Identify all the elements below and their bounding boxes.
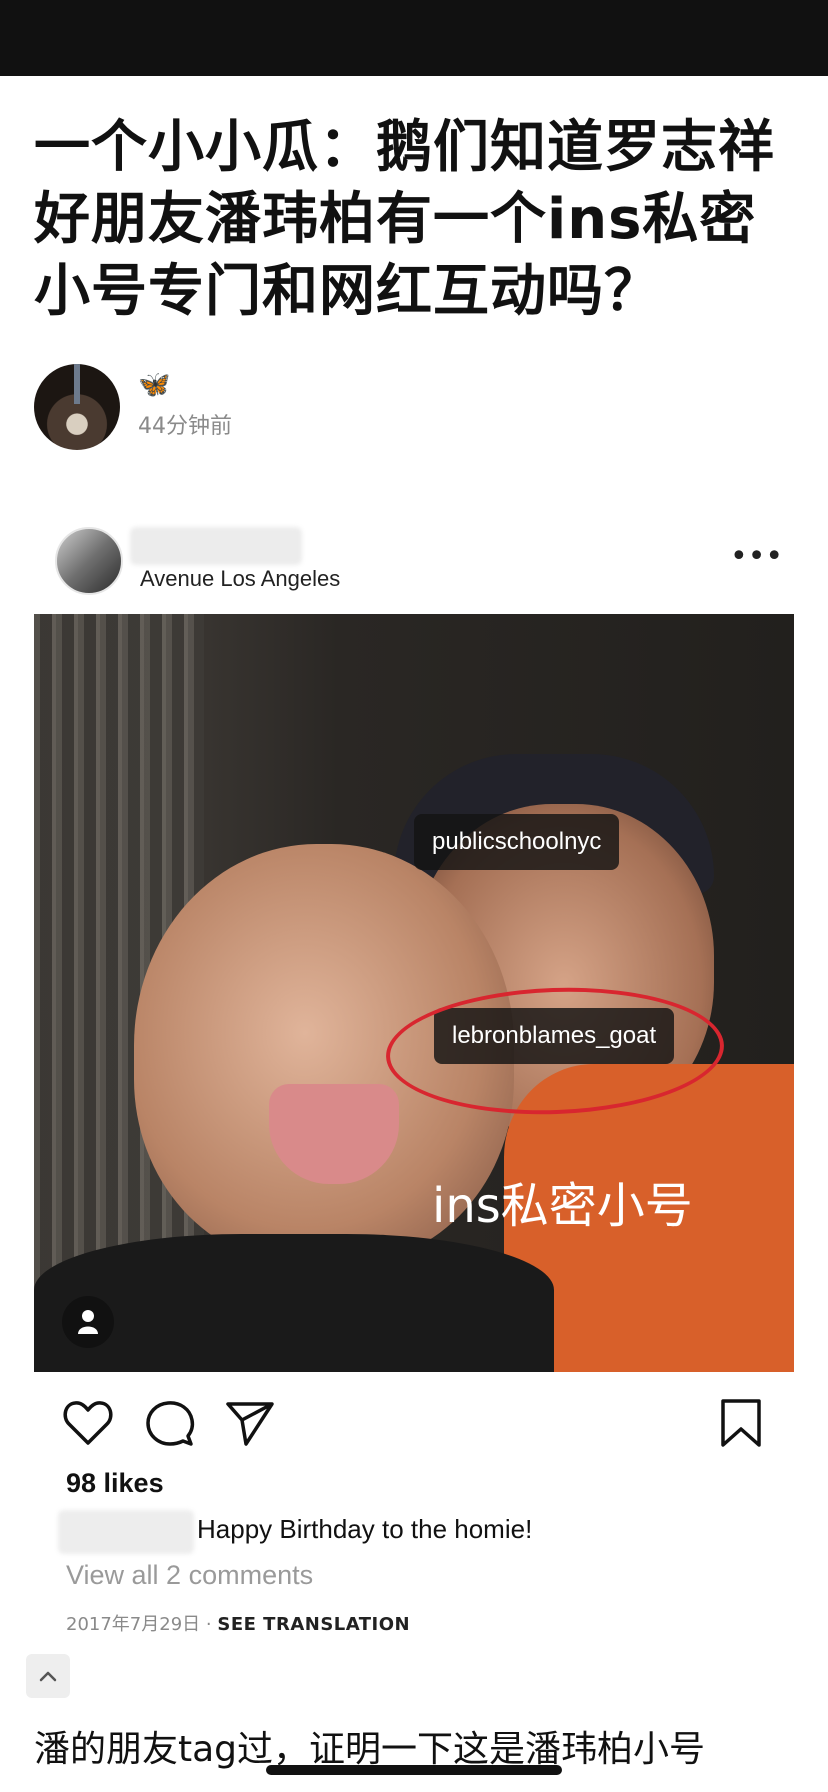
status-bar <box>0 0 828 76</box>
separator: · <box>205 1614 218 1635</box>
ig-avatar[interactable] <box>55 527 123 595</box>
see-translation-link[interactable]: SEE TRANSLATION <box>217 1614 410 1635</box>
blurred-username <box>130 527 302 565</box>
tag-publicschoolnyc[interactable]: publicschoolnyc <box>414 814 620 870</box>
post-time: 44分钟前 <box>138 414 232 439</box>
post-date: 2017年7月29日 <box>66 1614 201 1635</box>
share-icon[interactable] <box>224 1398 276 1448</box>
article-title: 一个小小瓜：鹅们知道罗志祥好朋友潘玮柏有一个ins私密小号专门和网红互动吗？ <box>34 115 775 324</box>
overlay-text: ins私密小号 <box>432 1178 693 1234</box>
author-avatar[interactable] <box>34 364 120 450</box>
more-icon[interactable]: ••• <box>730 542 783 572</box>
chevron-up-icon <box>39 1671 57 1682</box>
home-indicator[interactable] <box>266 1765 562 1775</box>
ig-location[interactable]: Avenue Los Angeles <box>140 566 340 592</box>
post-caption: Happy Birthday to the homie! <box>197 1514 533 1544</box>
butterfly-badge: 🦋 <box>138 370 171 400</box>
post-date-line: 2017年7月29日 · SEE TRANSLATION <box>66 1610 410 1636</box>
heart-icon[interactable] <box>62 1398 114 1448</box>
collapse-button[interactable] <box>26 1654 70 1698</box>
blurred-caption-user <box>58 1510 194 1554</box>
view-comments-link[interactable]: View all 2 comments <box>66 1560 313 1591</box>
user-tag-icon[interactable] <box>62 1296 114 1348</box>
bookmark-icon[interactable] <box>718 1398 764 1448</box>
comment-icon[interactable] <box>144 1398 196 1448</box>
post-photo[interactable]: publicschoolnyc lebronblames_goat ins私密小… <box>34 614 794 1372</box>
likes-count[interactable]: 98 likes <box>66 1468 164 1499</box>
